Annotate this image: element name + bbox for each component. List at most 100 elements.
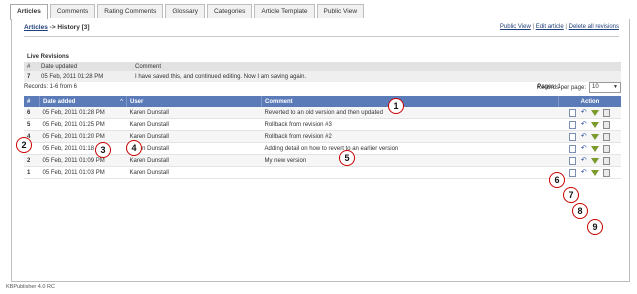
view-document-icon[interactable] [569,144,577,153]
row-num: 5 [24,118,40,131]
row-user: Karen Dunstall [126,130,262,143]
row-user: Karen Dunstall [126,154,262,167]
view-document-icon[interactable] [569,156,577,165]
table-row: 4 05 Feb, 2011 01:20 PM Karen Dunstall R… [24,130,621,143]
callout-5: 5 [339,150,355,166]
tab-categories[interactable]: Categories [206,4,253,18]
revisions-table: # Date added ^ User Comment Action 6 05 … [24,96,621,179]
row-date: 05 Feb, 2011 01:18 PM [39,142,127,155]
callout-1: 1 [388,98,404,114]
row-num: 6 [24,107,40,119]
callout-8: 8 [572,203,588,219]
header-action: Action [558,96,621,107]
row-user: Karen Dunstall [126,142,262,155]
records-per-page-label: Records per page: [536,84,586,91]
rollback-icon[interactable]: ↶ [580,169,587,176]
rollback-icon[interactable]: ↶ [580,157,587,164]
row-date: 05 Feb, 2011 01:09 PM [39,154,127,167]
row-user: Karen Dunstall [126,166,262,179]
row-actions: ↶ [558,130,621,143]
table-row: 2 05 Feb, 2011 01:09 PM Karen Dunstall M… [24,154,621,167]
history-actions: Public View | Edit article | Delete all … [500,24,619,30]
delete-all-revisions-link[interactable]: Delete all revisions [569,24,619,30]
tag-icon[interactable] [591,157,600,164]
records-per-page-select[interactable]: 10 ▼ [589,82,621,93]
callout-7: 7 [563,187,579,203]
view-document-icon[interactable] [569,108,577,117]
row-actions: ↶ [558,166,621,179]
row-comment: Rollback from revision #2 [261,130,559,143]
row-comment: Reverted to an old version and then upda… [261,107,559,119]
compare-icon[interactable] [603,120,611,129]
tag-icon[interactable] [591,133,600,140]
row-comment [261,166,559,179]
compare-icon[interactable] [603,132,611,141]
row-actions: ↶ [558,118,621,131]
tab-articles[interactable]: Articles [10,4,48,19]
header-comment[interactable]: Comment [261,96,559,107]
tab-rating-comments[interactable]: Rating Comments [97,4,164,18]
row-date: 05 Feb, 2011 01:28 PM [39,107,127,119]
header-num: # [24,96,40,107]
table-row: 3 05 Feb, 2011 01:18 PM Karen Dunstall A… [24,142,621,155]
header-date-added[interactable]: Date added ^ [39,96,127,107]
edit-article-link[interactable]: Edit article [536,24,564,30]
live-revisions-title: Live Revisions [27,54,70,60]
sort-icon: ^ [120,98,123,105]
callout-6: 6 [549,172,565,188]
history-header: Articles -> History [3] Public View | Ed… [24,20,619,37]
callout-4: 4 [126,140,142,156]
tag-icon[interactable] [591,145,600,152]
tab-article-template[interactable]: Article Template [254,4,315,18]
row-date: 05 Feb, 2011 01:03 PM [39,166,127,179]
breadcrumb: Articles -> History [3] [24,24,90,31]
breadcrumb-current: -> History [3] [47,24,90,31]
tag-icon[interactable] [591,121,600,128]
view-document-icon[interactable] [569,168,577,177]
row-comment: Adding detail on how to revert to an ear… [261,142,559,155]
callout-3: 3 [95,142,111,158]
row-comment: Rollback from revision #3 [261,118,559,131]
table-row: 1 05 Feb, 2011 01:03 PM Karen Dunstall ↶ [24,166,621,179]
breadcrumb-articles-link[interactable]: Articles [24,24,48,31]
tab-comments[interactable]: Comments [49,4,96,18]
public-view-link[interactable]: Public View [500,24,531,30]
compare-icon[interactable] [603,108,611,117]
row-user: Karen Dunstall [126,107,262,119]
chevron-down-icon: ▼ [613,84,618,90]
row-actions: ↶ [558,107,621,119]
row-comment: My new version [261,154,559,167]
tab-public-view[interactable]: Public View [316,4,365,18]
rollback-icon[interactable]: ↶ [580,121,587,128]
view-document-icon[interactable] [569,132,577,141]
tab-bar: Articles Comments Rating Comments Glossa… [10,4,625,20]
records-bar: Records: 1-6 from 6 Pages: 1 Records per… [24,79,621,95]
compare-icon[interactable] [603,168,611,177]
tag-icon[interactable] [591,169,600,176]
header-date-added-label: Date added [43,98,76,105]
live-header-date: Date updated [38,62,132,71]
tab-glossary[interactable]: Glossary [165,4,205,18]
records-per-page: Records per page: 10 ▼ [537,82,621,93]
row-user: Karen Dunstall [126,118,262,131]
rollback-icon[interactable]: ↶ [580,133,587,140]
callout-9: 9 [587,219,603,235]
app-version: KBPublisher 4.0 RC [6,284,55,290]
table-row: 6 05 Feb, 2011 01:28 PM Karen Dunstall R… [24,107,621,119]
callout-2: 2 [16,137,32,153]
rollback-icon[interactable]: ↶ [580,145,587,152]
row-date: 05 Feb, 2011 01:20 PM [39,130,127,143]
live-header-num: # [24,62,38,71]
live-header-comment: Comment [132,62,621,71]
records-count: Records: 1-6 from 6 [24,84,78,90]
row-date: 05 Feb, 2011 01:25 PM [39,118,127,131]
row-actions: ↶ [558,154,621,167]
compare-icon[interactable] [603,156,611,165]
tag-icon[interactable] [591,109,600,116]
view-document-icon[interactable] [569,120,577,129]
records-per-page-value: 10 [592,84,599,90]
row-actions: ↶ [558,142,621,155]
compare-icon[interactable] [603,144,611,153]
header-user[interactable]: User [126,96,262,107]
rollback-icon[interactable]: ↶ [580,109,587,116]
